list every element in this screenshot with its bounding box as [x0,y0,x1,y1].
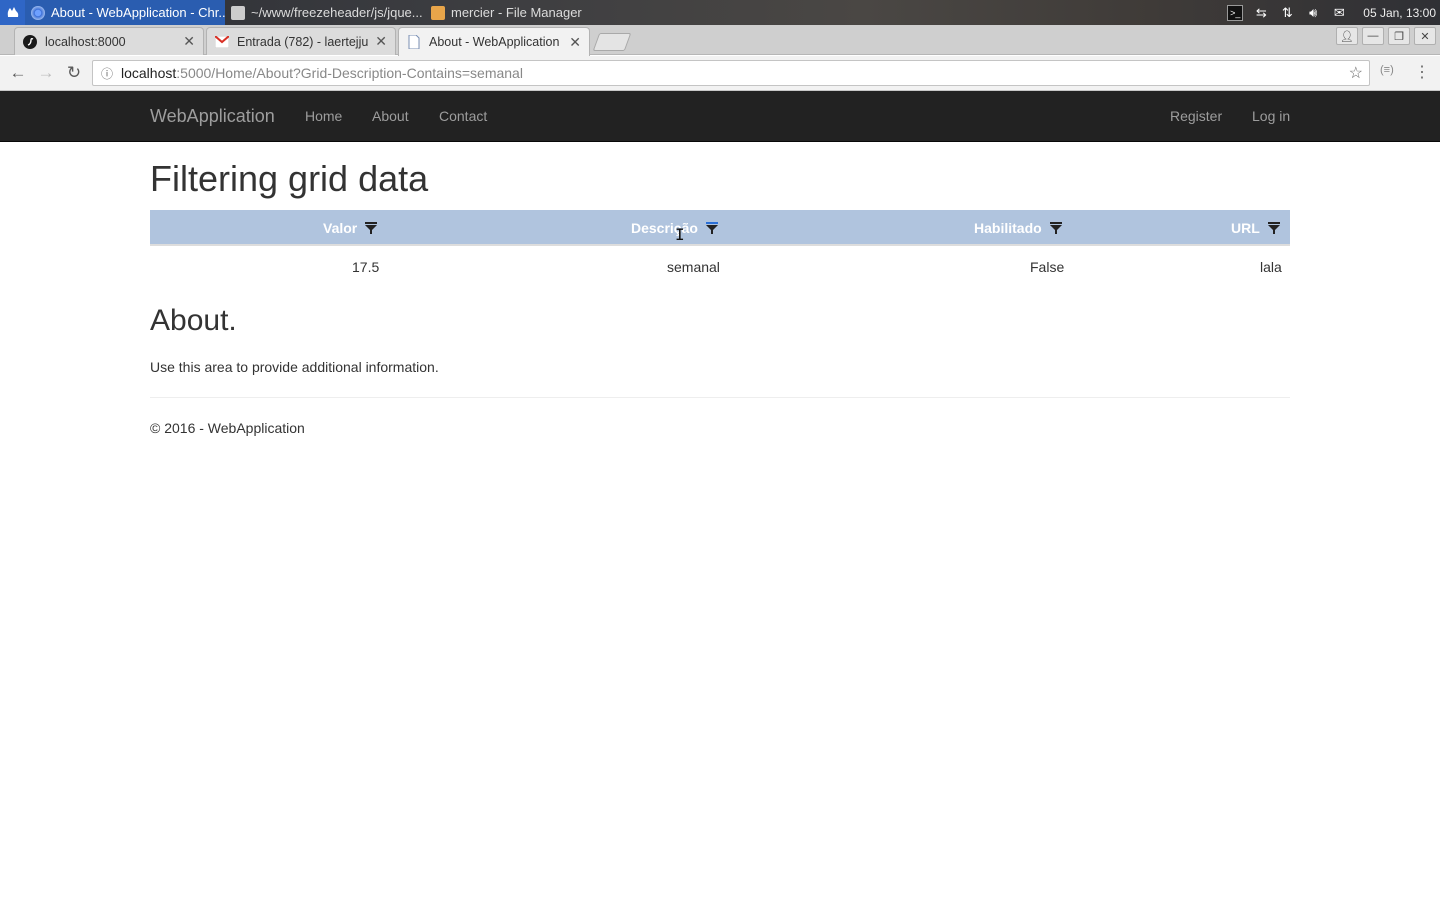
column-header-url[interactable]: URL [1231,220,1280,236]
url-path: :5000/Home/About?Grid-Description-Contai… [176,65,523,81]
filter-icon[interactable] [1267,222,1280,234]
nav-home[interactable]: Home [305,108,342,124]
terminal-icon[interactable]: >_ [1227,4,1244,21]
table-row[interactable]: 17.5 semanal False lala [150,246,1290,284]
filter-icon[interactable] [1049,222,1062,234]
editor-icon [231,5,245,20]
minimize-button[interactable]: — [1362,27,1384,45]
browser-tab-strip: localhost:8000 ✕ Entrada (782) - laertej… [0,25,1440,56]
tab-label: Entrada (782) - laertejju [237,34,369,49]
home-folder-icon [431,5,445,20]
taskbar-item-label: mercier - File Manager [451,5,582,20]
info-icon[interactable]: ⓘ [93,65,121,82]
data-grid: Valor Descrição Habilitado URL 17.5 sema… [150,210,1290,284]
forward-button[interactable]: → [32,59,60,87]
taskbar-item-file-manager[interactable]: mercier - File Manager [425,0,595,25]
close-tab-icon[interactable]: ✕ [375,33,387,50]
close-tab-icon[interactable]: ✕ [183,33,195,50]
taskbar-item-editor[interactable]: ~/www/freezeheader/js/jque... [225,0,425,25]
tab-localhost-8000[interactable]: localhost:8000 ✕ [14,27,204,55]
cell-descricao: semanal [667,259,720,275]
nav-contact[interactable]: Contact [439,108,487,124]
os-top-panel: About - WebApplication - Chr... ~/www/fr… [0,0,1440,25]
taskbar-item-label: ~/www/freezeheader/js/jque... [251,5,423,20]
mail-icon[interactable]: ✉ [1331,5,1347,21]
tab-about-webapplication[interactable]: About - WebApplication ✕ [398,27,590,56]
cell-url: lala [1260,259,1282,275]
chromium-icon [31,5,45,20]
browser-menu-icon[interactable]: ⋮ [1414,62,1430,82]
text-cursor-icon: I [675,225,685,244]
page-icon [407,35,421,49]
nav-about[interactable]: About [372,108,409,124]
new-tab-button[interactable] [592,33,632,51]
grid-header: Valor Descrição Habilitado URL [150,210,1290,246]
address-bar[interactable]: ⓘ localhost:5000/Home/About?Grid-Descrip… [92,60,1370,86]
back-button[interactable]: ← [4,59,32,87]
column-header-label: Habilitado [974,220,1042,236]
extension-icon[interactable]: (≡) [1380,64,1394,76]
cell-habilitado: False [1030,259,1065,275]
column-header-label: URL [1231,220,1260,236]
column-header-valor[interactable]: Valor [323,220,378,236]
tab-gmail[interactable]: Entrada (782) - laertejju ✕ [206,27,396,55]
tab-label: About - WebApplication [429,35,560,49]
profile-icon[interactable]: 👤︎ [1336,27,1358,45]
column-header-habilitado[interactable]: Habilitado [974,220,1062,236]
tab-label: localhost:8000 [45,34,126,49]
divider [150,397,1290,398]
column-header-label: Descrição [631,220,698,236]
clock[interactable]: 05 Jan, 13:00 [1363,6,1436,20]
taskbar-item-browser[interactable]: About - WebApplication - Chr... [25,0,225,25]
bookmark-star-icon[interactable]: ☆ [1349,63,1363,83]
filter-icon[interactable] [365,222,378,234]
taskbar-item-label: About - WebApplication - Chr... [51,5,225,20]
volume-icon[interactable]: 🔊︎ [1305,5,1321,21]
network-wired-icon[interactable]: ⇆ [1253,5,1269,21]
app-menu-icon[interactable] [0,0,25,25]
system-tray: >_ ⇆ ⇅ 🔊︎ ✉ 05 Jan, 13:00 [1227,0,1440,25]
close-window-button[interactable]: ✕ [1414,27,1436,45]
filter-active-icon[interactable] [705,222,718,234]
restore-button[interactable]: ❐ [1388,27,1410,45]
column-header-label: Valor [323,220,358,236]
about-heading: About. [150,304,237,337]
nav-login[interactable]: Log in [1252,108,1290,124]
nav-register[interactable]: Register [1170,108,1222,124]
reload-button[interactable]: ↻ [60,59,88,87]
brand-link[interactable]: WebApplication [150,106,275,127]
close-tab-icon[interactable]: ✕ [569,34,581,51]
footer-copyright: © 2016 - WebApplication [150,420,305,436]
about-text: Use this area to provide additional info… [150,359,439,375]
symfony-icon [23,34,37,49]
browser-toolbar: ← → ↻ ⓘ localhost:5000/Home/About?Grid-D… [0,56,1440,91]
url-host: localhost [121,65,177,81]
cell-valor: 17.5 [352,259,380,275]
page-title: Filtering grid data [150,158,429,199]
site-navbar: WebApplication Home About Contact Regist… [0,91,1440,142]
transfer-arrows-icon[interactable]: ⇅ [1279,5,1295,21]
window-controls: 👤︎ — ❐ ✕ [1336,27,1436,45]
gmail-icon [215,35,229,49]
